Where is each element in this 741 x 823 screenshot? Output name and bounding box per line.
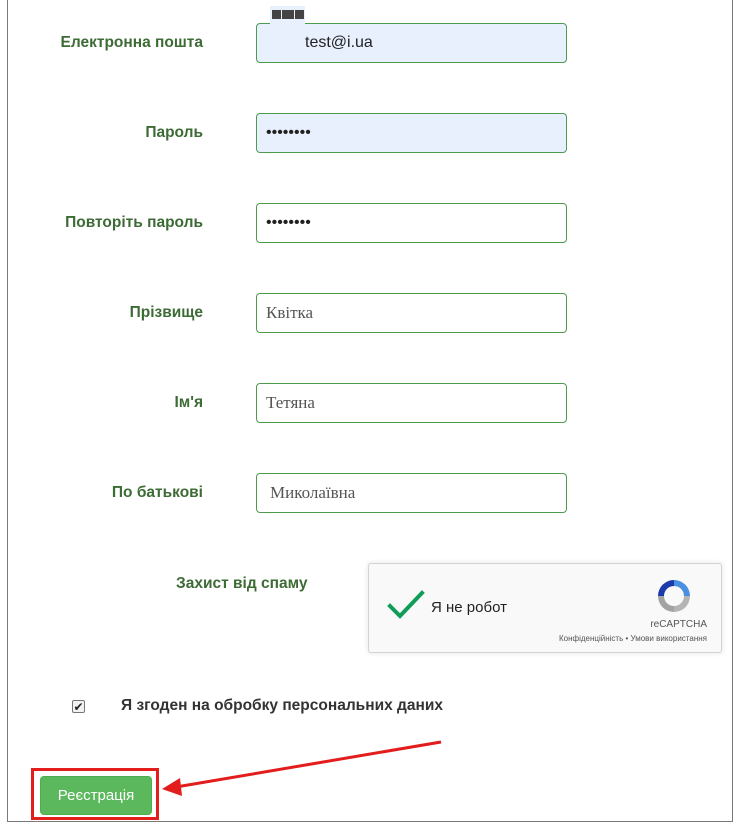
recaptcha-links[interactable]: Конфіденційність • Умови використання — [559, 634, 707, 643]
patronymic-field[interactable] — [256, 473, 567, 513]
email-label: Електронна пошта — [60, 34, 204, 51]
first-name-label: Ім'я — [174, 394, 203, 411]
first-name-field[interactable] — [256, 383, 567, 423]
last-name-label: Прізвище — [129, 304, 203, 321]
agreement-text: Я згоден на обробку персональних даних — [121, 697, 444, 714]
email-row: Електронна пошта — [0, 23, 741, 63]
password-row: Пароль — [0, 113, 741, 153]
password-repeat-row: Повторіть пароль — [0, 203, 741, 243]
recaptcha-brand: reCAPTCHA — [650, 619, 707, 630]
email-redaction — [270, 6, 305, 24]
password-repeat-label: Повторіть пароль — [65, 214, 203, 231]
email-field[interactable] — [256, 23, 567, 63]
recaptcha-logo-icon — [658, 580, 690, 612]
last-name-field[interactable] — [256, 293, 567, 333]
password-label: Пароль — [145, 124, 203, 141]
recaptcha-widget: Я не робот reCAPTCHA Конфіденційність • … — [368, 563, 722, 653]
patronymic-label: По батькові — [111, 484, 203, 501]
agreement-checkbox[interactable]: ✔ — [72, 700, 85, 713]
patronymic-row: По батькові — [0, 473, 741, 513]
register-button[interactable]: Реєстрація — [40, 776, 152, 815]
checkmark-icon[interactable] — [387, 590, 425, 620]
captcha-checkbox-text: Я не робот — [431, 599, 507, 616]
password-repeat-field[interactable] — [256, 203, 567, 243]
first-name-row: Ім'я — [0, 383, 741, 423]
password-field[interactable] — [256, 113, 567, 153]
last-name-row: Прізвище — [0, 293, 741, 333]
captcha-label: Захист від спаму — [176, 575, 308, 592]
